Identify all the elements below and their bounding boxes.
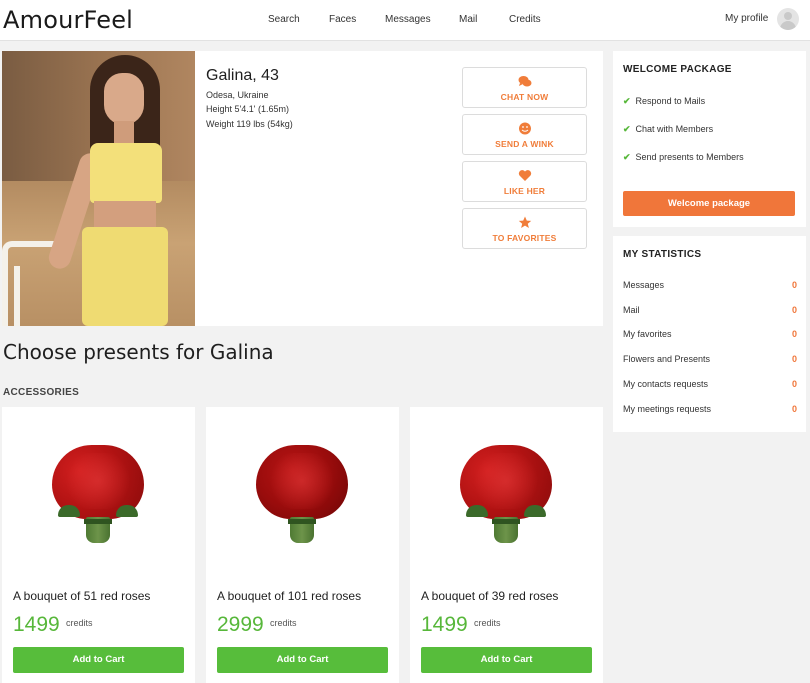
- roses-shape: [256, 445, 348, 519]
- welcome-item: ✔ Chat with Members: [623, 124, 713, 135]
- category-label: ACCESSORIES: [3, 387, 80, 398]
- my-profile-link[interactable]: My profile: [725, 13, 768, 24]
- bouquet-image: [456, 445, 556, 545]
- add-to-cart-button[interactable]: Add to Cart: [421, 647, 592, 673]
- stat-row-mail[interactable]: Mail 0: [623, 305, 797, 319]
- ribbon-shape: [492, 519, 520, 524]
- stat-label: My favorites: [623, 329, 672, 339]
- product-card[interactable]: A bouquet of 101 red roses 2999 credits …: [206, 407, 399, 683]
- nav-mail[interactable]: Mail: [459, 14, 477, 25]
- checkmark-icon: ✔: [623, 124, 631, 134]
- stat-label: Flowers and Presents: [623, 354, 711, 364]
- profile-card: Galina, 43 Odesa, Ukraine Height 5'4.1' …: [2, 51, 603, 326]
- nav-messages[interactable]: Messages: [385, 14, 431, 25]
- presents-title: Choose presents for Galina: [3, 340, 274, 364]
- add-to-cart-button[interactable]: Add to Cart: [217, 647, 388, 673]
- credits-unit: credits: [270, 618, 297, 628]
- checkmark-icon: ✔: [623, 152, 631, 162]
- product-price: 2999: [217, 613, 264, 636]
- chat-now-button[interactable]: CHAT NOW: [462, 67, 587, 108]
- chat-now-label: CHAT NOW: [500, 92, 549, 102]
- product-name: A bouquet of 51 red roses: [13, 589, 151, 603]
- top-header: AmourFeel Search Faces Messages Mail Cre…: [0, 0, 810, 41]
- nav-credits[interactable]: Credits: [509, 14, 541, 25]
- profile-weight: Weight 119 lbs (54kg): [206, 119, 293, 129]
- stat-row-contacts[interactable]: My contacts requests 0: [623, 379, 797, 393]
- stat-label: My meetings requests: [623, 404, 712, 414]
- checkmark-icon: ✔: [623, 96, 631, 106]
- product-name: A bouquet of 39 red roses: [421, 589, 559, 603]
- chat-icon: [518, 75, 532, 88]
- stat-label: Messages: [623, 280, 665, 290]
- stat-label: My contacts requests: [623, 379, 709, 389]
- bouquet-image: [48, 445, 148, 545]
- like-her-button[interactable]: LIKE HER: [462, 161, 587, 202]
- profile-name: Galina, 43: [206, 67, 279, 84]
- send-wink-button[interactable]: SEND A WINK: [462, 114, 587, 155]
- stat-value: 0: [791, 379, 797, 389]
- leaf-shape: [466, 505, 488, 517]
- leaf-shape: [58, 505, 80, 517]
- to-favorites-button[interactable]: TO FAVORITES: [462, 208, 587, 249]
- avatar-body-shape: [780, 21, 796, 30]
- send-wink-label: SEND A WINK: [495, 139, 554, 149]
- star-icon: [518, 216, 532, 229]
- welcome-title: WELCOME PACKAGE: [623, 64, 732, 75]
- photo-chair-leg: [14, 266, 20, 326]
- heart-icon: [518, 169, 532, 182]
- avatar[interactable]: [777, 8, 799, 30]
- add-to-cart-button[interactable]: Add to Cart: [13, 647, 184, 673]
- product-price: 1499: [13, 613, 60, 636]
- product-card[interactable]: A bouquet of 39 red roses 1499 credits A…: [410, 407, 603, 683]
- product-price: 1499: [421, 613, 468, 636]
- welcome-item: ✔ Send presents to Members: [623, 152, 744, 163]
- credits-unit: credits: [474, 618, 501, 628]
- statistics-card: MY STATISTICS Messages 0 Mail 0 My favor…: [613, 236, 806, 432]
- welcome-item-label: Respond to Mails: [635, 96, 706, 106]
- product-name: A bouquet of 101 red roses: [217, 589, 362, 603]
- stat-row-messages[interactable]: Messages 0: [623, 280, 797, 294]
- photo-neck: [114, 121, 134, 145]
- photo-top: [90, 143, 162, 203]
- bouquet-image: [252, 445, 352, 545]
- nav-faces[interactable]: Faces: [329, 14, 356, 25]
- welcome-item: ✔ Respond to Mails: [623, 96, 705, 107]
- stat-row-favorites[interactable]: My favorites 0: [623, 329, 797, 343]
- welcome-item-label: Chat with Members: [635, 124, 714, 134]
- stat-value: 0: [791, 354, 797, 364]
- leaf-shape: [116, 505, 138, 517]
- stat-label: Mail: [623, 305, 640, 315]
- product-card[interactable]: A bouquet of 51 red roses 1499 credits A…: [2, 407, 195, 683]
- site-logo[interactable]: AmourFeel: [3, 6, 133, 34]
- ribbon-shape: [288, 519, 316, 524]
- welcome-package-card: WELCOME PACKAGE ✔ Respond to Mails ✔ Chat …: [613, 51, 806, 227]
- profile-height: Height 5'4.1' (1.65m): [206, 104, 289, 114]
- stat-row-presents[interactable]: Flowers and Presents 0: [623, 354, 797, 368]
- statistics-title: MY STATISTICS: [623, 249, 702, 260]
- stat-value: 0: [791, 305, 797, 315]
- stat-value: 0: [791, 329, 797, 339]
- profile-photo[interactable]: [2, 51, 195, 326]
- photo-waist: [94, 201, 156, 229]
- welcome-item-label: Send presents to Members: [635, 152, 744, 162]
- avatar-head-shape: [784, 12, 792, 20]
- stat-row-meetings[interactable]: My meetings requests 0: [623, 404, 797, 418]
- photo-skirt: [82, 227, 168, 326]
- nav-search[interactable]: Search: [268, 14, 300, 25]
- stat-value: 0: [791, 404, 797, 414]
- ribbon-shape: [84, 519, 112, 524]
- smile-icon: [518, 122, 532, 135]
- credits-unit: credits: [66, 618, 93, 628]
- welcome-package-button[interactable]: Welcome package: [623, 191, 795, 216]
- stat-value: 0: [791, 280, 797, 290]
- leaf-shape: [524, 505, 546, 517]
- photo-face: [104, 73, 144, 125]
- to-favorites-label: TO FAVORITES: [492, 233, 557, 243]
- profile-location: Odesa, Ukraine: [206, 90, 269, 100]
- like-her-label: LIKE HER: [503, 186, 546, 196]
